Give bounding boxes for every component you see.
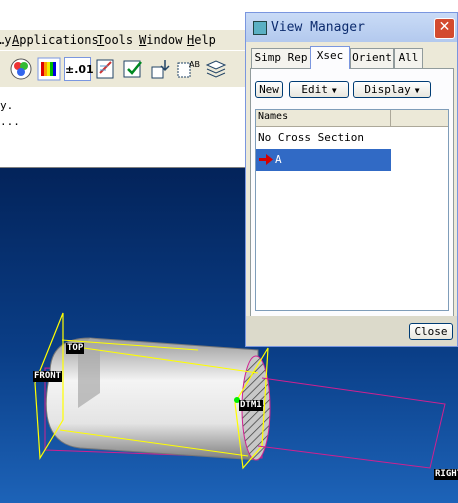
- menu-item-partial[interactable]: …y: [0, 33, 11, 47]
- xsec-list[interactable]: Names No Cross Section A: [255, 109, 449, 311]
- layers-icon[interactable]: [204, 57, 228, 81]
- display-button[interactable]: Display ▼: [353, 81, 431, 98]
- window-icon: [253, 21, 267, 35]
- datum-tag-right: RIGHT: [434, 469, 458, 480]
- menu-tools[interactable]: Tools: [97, 33, 133, 47]
- tab-simp-rep-label: Simp Rep: [254, 51, 308, 64]
- tab-all-label: All: [398, 51, 419, 64]
- names-column-header: Names: [258, 111, 289, 122]
- right-datum-plane-front: [257, 377, 446, 469]
- list-item-label: No Cross Section: [258, 131, 364, 144]
- tab-simp-rep[interactable]: Simp Rep: [251, 48, 311, 68]
- dialog-titlebar[interactable]: View Manager ✕: [246, 13, 457, 42]
- new-button-label: New: [259, 83, 279, 96]
- view-manager-dialog: View Manager ✕ Simp Rep Xsec Orient All …: [245, 12, 458, 347]
- edit-button-label: Edit: [301, 83, 328, 96]
- precision-button[interactable]: ±.01: [64, 57, 94, 81]
- dialog-footer: Close: [246, 316, 457, 346]
- tab-orient-label: Orient: [352, 51, 392, 64]
- datum-tag-front: FRONT: [33, 371, 63, 382]
- annotation-icon[interactable]: AB: [176, 57, 200, 81]
- datum-tag-top: TOP: [66, 343, 85, 354]
- tab-xsec[interactable]: Xsec: [310, 46, 350, 69]
- edit-button[interactable]: Edit ▼: [289, 81, 349, 98]
- list-item-selected[interactable]: A: [256, 149, 391, 171]
- list-header: Names: [256, 110, 448, 127]
- list-item[interactable]: No Cross Section: [256, 127, 391, 149]
- verify-icon[interactable]: [121, 57, 145, 81]
- menu-applications[interactable]: Applications: [12, 33, 99, 47]
- main-toolbar: ±.01 AB: [0, 50, 250, 88]
- menu-applications-label: pplications: [19, 33, 99, 47]
- message-line: y.: [0, 99, 14, 112]
- menu-help[interactable]: Help: [187, 33, 216, 47]
- dialog-title: View Manager: [271, 20, 365, 35]
- display-button-label: Display: [364, 83, 411, 96]
- menu-window[interactable]: Window: [139, 33, 182, 47]
- color-appearance-icon[interactable]: [9, 57, 33, 81]
- menu-bar: …y Applications Tools Window Help: [0, 30, 250, 50]
- tab-xsec-label: Xsec: [316, 49, 344, 62]
- sketch-icon[interactable]: [94, 57, 118, 81]
- xsec-panel: New Edit ▼ Display ▼ Names No Cross Sectio…: [250, 68, 454, 320]
- message-area: y. ...: [0, 87, 250, 169]
- message-line: ...: [0, 115, 20, 128]
- menu-window-label: indow: [146, 33, 183, 47]
- tab-orient[interactable]: Orient: [350, 48, 394, 68]
- insert-icon[interactable]: [148, 57, 172, 81]
- close-button[interactable]: Close: [409, 323, 453, 340]
- color-palette-icon[interactable]: [37, 57, 61, 81]
- close-button-label: Close: [414, 325, 448, 338]
- menu-item-partial-label: …y: [0, 33, 12, 47]
- tab-all[interactable]: All: [394, 48, 423, 68]
- active-arrow-icon: [259, 154, 273, 165]
- close-window-icon[interactable]: ✕: [434, 18, 455, 39]
- menu-help-label: elp: [194, 33, 216, 47]
- list-column-2-header: [390, 110, 449, 126]
- dropdown-arrow-icon: ▼: [414, 86, 420, 95]
- menu-tools-label: ools: [104, 33, 134, 47]
- precision-label: ±.01: [65, 63, 94, 76]
- svg-text:AB: AB: [189, 60, 200, 69]
- list-item-label: A: [275, 153, 282, 166]
- new-button[interactable]: New: [255, 81, 283, 98]
- datum-tag-dtm1: DTM1: [239, 400, 263, 411]
- dropdown-arrow-icon: ▼: [331, 86, 337, 95]
